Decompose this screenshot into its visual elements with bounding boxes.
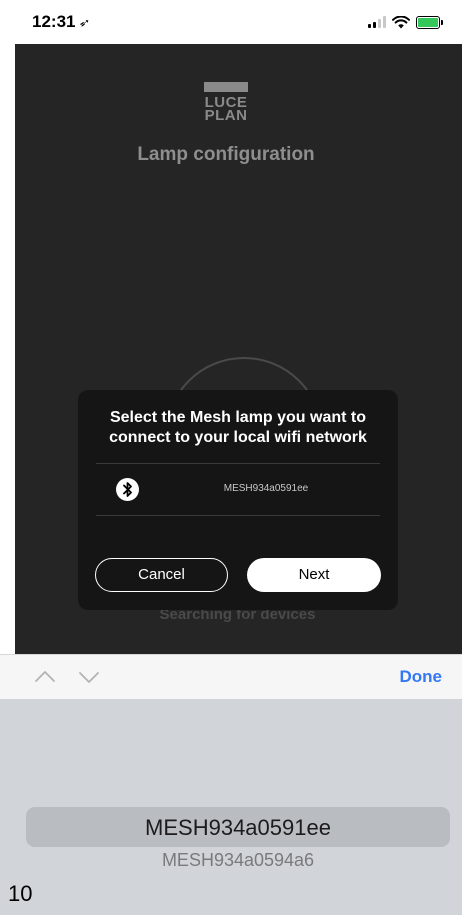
picker-option[interactable]: MESH934a0594a6: [26, 850, 450, 871]
status-bar: 12:31 ➶: [0, 0, 462, 44]
device-picker-wheel[interactable]: MESH934a0591ee MESH934a0594a6 10: [0, 699, 462, 915]
location-arrow-icon: ➶: [78, 14, 92, 31]
battery-charging-icon: [416, 15, 443, 29]
cellular-signal-icon: [368, 16, 386, 28]
overlay-number: 10: [8, 881, 33, 906]
done-button[interactable]: Done: [400, 667, 443, 687]
device-select-dialog: Select the Mesh lamp you want to connect…: [78, 390, 398, 610]
dialog-message: Select the Mesh lamp you want to connect…: [109, 409, 367, 446]
chevron-up-icon[interactable]: [34, 667, 56, 687]
status-time: 12:31 ➶: [32, 12, 92, 32]
divider: [96, 515, 380, 516]
logo-text-line2: PLAN: [204, 107, 248, 124]
chevron-down-icon[interactable]: [78, 667, 100, 687]
device-list-item[interactable]: MESH934a0591ee: [96, 464, 380, 515]
picker-toolbar: Done: [0, 654, 462, 699]
cancel-button[interactable]: Cancel: [95, 558, 228, 592]
wifi-icon: [392, 15, 410, 28]
status-time-text: 12:31: [32, 12, 76, 31]
page-title: Lamp configuration: [137, 144, 315, 165]
next-button[interactable]: Next: [247, 558, 381, 592]
logo-bar: [204, 82, 248, 92]
bluetooth-icon: [116, 478, 139, 501]
picker-option-selected[interactable]: MESH934a0591ee: [26, 815, 450, 841]
device-name: MESH934a0591ee: [223, 483, 309, 494]
status-indicators: [368, 13, 443, 31]
